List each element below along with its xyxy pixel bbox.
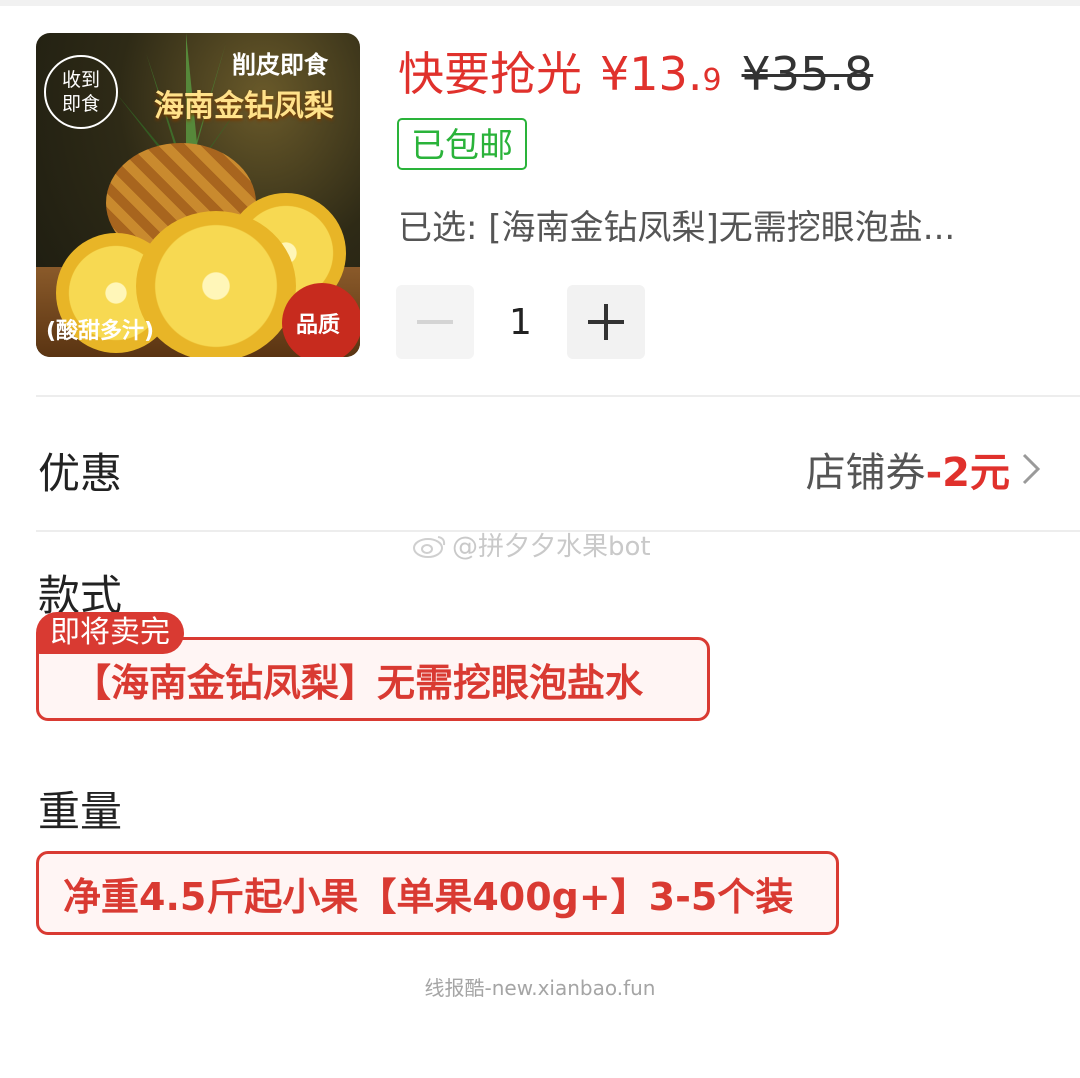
image-ready-to-eat-badge: 收到 即食 (44, 55, 118, 129)
style-option-label: 【海南金钻凤梨】无需挖眼泡盐水 (73, 660, 644, 705)
price-row: 快要抢光 ¥ 13. 9 ¥35.8 (398, 38, 874, 101)
hurry-label: 快要抢光 (398, 47, 582, 101)
quantity-increase-button[interactable] (567, 285, 645, 359)
weight-option-4-5-jin[interactable]: 净重4.5斤起小果【单果400g+】3-5个装 (36, 851, 839, 935)
top-strip (0, 0, 1080, 6)
weight-section-label: 重量 (38, 787, 123, 836)
currency-symbol: ¥ (600, 47, 630, 101)
section-divider (36, 395, 1080, 397)
footer-watermark: 线报酷-new.xianbao.fun (424, 976, 656, 1000)
free-shipping-badge: 已包邮 (397, 118, 527, 170)
chevron-right-icon (1022, 453, 1041, 485)
weibo-watermark: @拼夕夕水果bot (412, 526, 651, 563)
image-tagline: (酸甜多汁) (46, 319, 155, 344)
coupon-label: 优惠 (38, 449, 123, 498)
image-headline-big: 海南金钻凤梨 (154, 89, 334, 124)
price-decimal: 9 (702, 63, 722, 98)
coupon-type-text: 店铺券 (805, 450, 926, 496)
original-price: ¥35.8 (741, 47, 874, 101)
product-image[interactable]: 收到 即食 削皮即食 海南金钻凤梨 (酸甜多汁) 品质 (36, 33, 360, 357)
weight-option-label: 净重4.5斤起小果【单果400g+】3-5个装 (63, 874, 794, 919)
selected-variant-text: 已选: [海南金钻凤梨]无需挖眼泡盐... (398, 208, 956, 248)
minus-icon (417, 320, 453, 324)
weibo-icon (413, 536, 446, 558)
quantity-value[interactable]: 1 (474, 285, 567, 359)
plus-icon (588, 304, 624, 340)
coupon-amount: -2元 (925, 450, 1010, 496)
coupon-selector[interactable]: 店铺券 -2元 (806, 440, 1044, 498)
watermark-text: @拼夕夕水果bot (452, 532, 651, 562)
image-quality-badge: 品质 (282, 283, 360, 357)
quantity-decrease-button[interactable] (396, 285, 474, 359)
pineapple-slice-graphic (136, 211, 296, 357)
selling-out-badge: 即将卖完 (36, 612, 184, 654)
image-headline-small: 削皮即食 (232, 51, 328, 79)
price-integer: 13. (629, 47, 703, 101)
